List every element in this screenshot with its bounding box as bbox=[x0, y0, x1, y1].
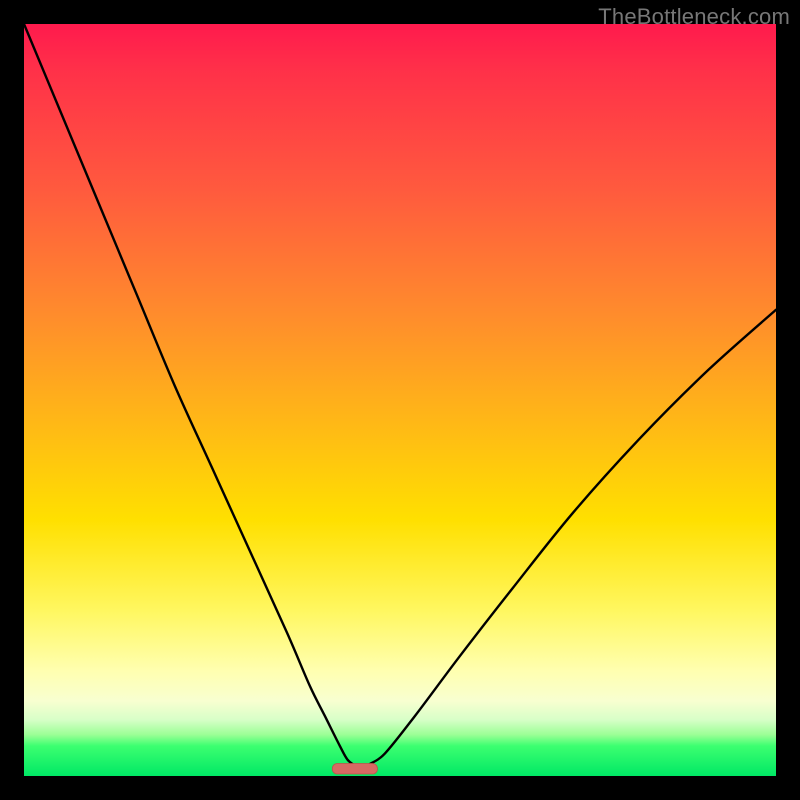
bottleneck-curve bbox=[24, 24, 776, 769]
optimal-marker bbox=[332, 763, 377, 774]
watermark-text: TheBottleneck.com bbox=[598, 4, 790, 30]
chart-frame bbox=[24, 24, 776, 776]
bottleneck-curve-svg bbox=[24, 24, 776, 776]
